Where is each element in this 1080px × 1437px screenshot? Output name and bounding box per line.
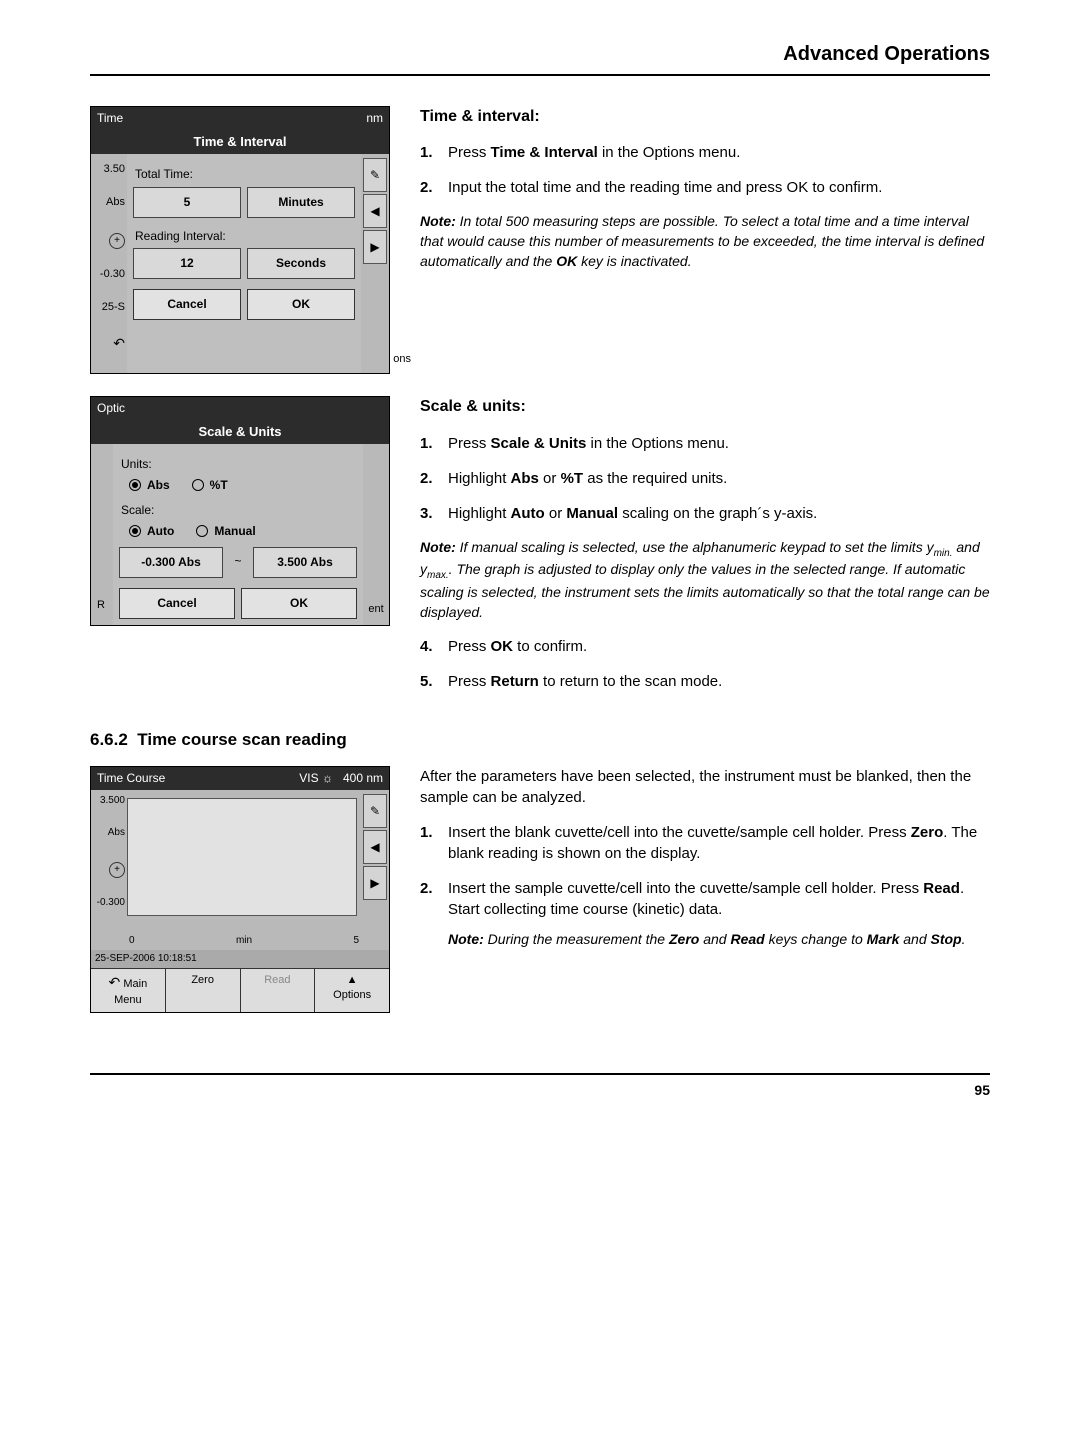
radio-percent-t[interactable]: %T xyxy=(192,477,228,494)
ons-fragment: ons xyxy=(393,352,411,367)
step-text: Insert the sample cuvette/cell into the … xyxy=(448,878,990,950)
step-number: 5. xyxy=(420,671,448,692)
plot-x-axis: 0 min 5 xyxy=(91,932,389,950)
total-time-value[interactable]: 5 xyxy=(133,187,241,218)
back-arrow-icon: ↶ xyxy=(109,974,121,990)
scale-max-value[interactable]: 3.500 Abs xyxy=(253,547,357,578)
nav-right-icon[interactable]: ▶ xyxy=(363,230,387,264)
radio-abs[interactable]: Abs xyxy=(129,477,170,494)
nav-right-icon[interactable]: ▶ xyxy=(363,866,387,900)
zoom-in-icon: + xyxy=(109,233,125,249)
wavelength-label: 400 nm xyxy=(343,771,383,785)
axis-labels: 3.50 Abs + -0.30 25-S ↶ xyxy=(91,154,127,373)
zero-button[interactable]: Zero xyxy=(166,969,241,1012)
step-number: 1. xyxy=(420,822,448,864)
ent-fragment: ent xyxy=(368,602,383,617)
ok-button[interactable]: OK xyxy=(247,289,355,320)
bg-nm-label: nm xyxy=(366,110,383,127)
read-button[interactable]: Read xyxy=(241,969,316,1012)
reading-interval-value[interactable]: 12 xyxy=(133,248,241,279)
step-number: 2. xyxy=(420,177,448,198)
nav-left-icon[interactable]: ◀ xyxy=(363,830,387,864)
cursor-icon[interactable]: ✎ xyxy=(363,158,387,192)
cancel-button[interactable]: Cancel xyxy=(133,289,241,320)
radio-unselected-icon xyxy=(192,479,204,491)
ok-button[interactable]: OK xyxy=(241,588,357,619)
time-interval-heading: Time & interval: xyxy=(420,106,990,128)
step-number: 2. xyxy=(420,878,448,950)
step-number: 1. xyxy=(420,142,448,163)
step-number: 4. xyxy=(420,636,448,657)
reading-interval-label: Reading Interval: xyxy=(135,228,355,245)
status-bar: 25-SEP-2006 10:18:51 xyxy=(91,950,389,968)
note-time-interval: Note: In total 500 measuring steps are p… xyxy=(420,212,990,271)
dialog-title: Scale & Units xyxy=(91,420,389,444)
plot-y-labels: 3.500 Abs + -0.300 xyxy=(91,790,127,932)
axis-mid: Abs xyxy=(93,195,125,210)
step-text: Press OK to confirm. xyxy=(448,636,990,657)
up-triangle-icon: ▲ xyxy=(347,974,358,986)
row-time-course: Time Course VIS ☼ 400 nm 3.500 Abs + -0.… xyxy=(90,766,990,1013)
page-number: 95 xyxy=(90,1073,990,1101)
back-arrow-icon: ↶ xyxy=(93,334,125,354)
cancel-button[interactable]: Cancel xyxy=(119,588,235,619)
nav-left-icon[interactable]: ◀ xyxy=(363,194,387,228)
dialog-title: Time & Interval xyxy=(91,130,389,154)
bg-app-label: Optic xyxy=(97,400,125,417)
zoom-in-icon: + xyxy=(109,862,125,878)
note-scale-units: Note: If manual scaling is selected, use… xyxy=(420,538,990,623)
row-time-interval: Time nm Time & Interval 3.50 Abs + -0.30… xyxy=(90,106,990,374)
axis-lowest: 25-S xyxy=(93,300,125,315)
step-text: Highlight Auto or Manual scaling on the … xyxy=(448,503,990,524)
step-text: Highlight Abs or %T as the required unit… xyxy=(448,468,990,489)
main-menu-button[interactable]: ↶ MainMenu xyxy=(91,969,166,1012)
step-text: Insert the blank cuvette/cell into the c… xyxy=(448,822,990,864)
scale-units-heading: Scale & units: xyxy=(420,396,990,418)
step-text: Input the total time and the reading tim… xyxy=(448,177,990,198)
total-time-unit[interactable]: Minutes xyxy=(247,187,355,218)
bg-app-label: Time xyxy=(97,110,123,127)
tilde-separator: ~ xyxy=(229,547,247,578)
step-number: 2. xyxy=(420,468,448,489)
tc-title: Time Course xyxy=(97,770,165,787)
screenshot-time-interval: Time nm Time & Interval 3.50 Abs + -0.30… xyxy=(90,106,390,374)
note-time-course: Note: During the measurement the Zero an… xyxy=(448,930,990,950)
scale-label: Scale: xyxy=(121,502,357,519)
axis-bot: -0.30 xyxy=(93,267,125,282)
vis-indicator: VIS ☼ xyxy=(299,771,333,785)
screenshot-scale-units: Optic Scale & Units Units: Abs %T Scale:… xyxy=(90,396,390,626)
total-time-label: Total Time: xyxy=(135,166,355,183)
step-text: Press Return to return to the scan mode. xyxy=(448,671,990,692)
plot-area xyxy=(127,798,357,916)
options-button[interactable]: ▲Options xyxy=(315,969,389,1012)
screenshot-time-course: Time Course VIS ☼ 400 nm 3.500 Abs + -0.… xyxy=(90,766,390,1013)
step-number: 3. xyxy=(420,503,448,524)
radio-selected-icon xyxy=(129,525,141,537)
radio-selected-icon xyxy=(129,479,141,491)
radio-unselected-icon xyxy=(196,525,208,537)
section-heading: 6.6.2 Time course scan reading xyxy=(90,728,990,752)
reading-interval-unit[interactable]: Seconds xyxy=(247,248,355,279)
radio-auto[interactable]: Auto xyxy=(129,523,174,540)
tc-intro: After the parameters have been selected,… xyxy=(420,766,990,808)
units-label: Units: xyxy=(121,456,357,473)
r-fragment: R xyxy=(97,598,105,613)
axis-top: 3.50 xyxy=(93,162,125,177)
step-text: Press Time & Interval in the Options men… xyxy=(448,142,990,163)
radio-manual[interactable]: Manual xyxy=(196,523,255,540)
cursor-icon[interactable]: ✎ xyxy=(363,794,387,828)
page-header: Advanced Operations xyxy=(90,40,990,76)
step-number: 1. xyxy=(420,433,448,454)
scale-min-value[interactable]: -0.300 Abs xyxy=(119,547,223,578)
row-scale-units: Optic Scale & Units Units: Abs %T Scale:… xyxy=(90,396,990,706)
step-text: Press Scale & Units in the Options menu. xyxy=(448,433,990,454)
